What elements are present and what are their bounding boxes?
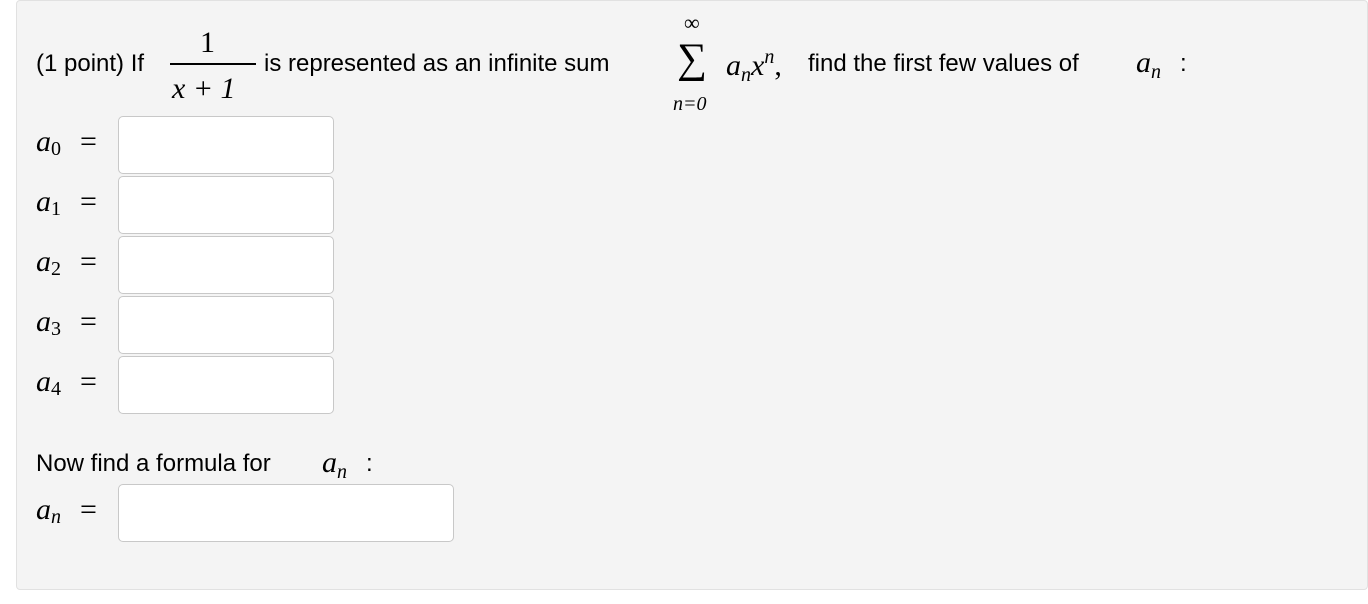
answer-equals-a1: = — [80, 185, 97, 218]
term-coefficient: anxn, — [726, 46, 782, 86]
answer-label-a4: a4 — [36, 365, 61, 400]
answer-label-a0: a0 — [36, 125, 61, 160]
formula-prompt: Now find a formula for — [36, 450, 271, 477]
answer-label-a1: a1 — [36, 185, 61, 220]
formula-an-symbol: an — [322, 446, 347, 483]
formula-input[interactable] — [118, 484, 454, 542]
sum-upper-limit: ∞ — [684, 10, 700, 35]
answer-equals-a3: = — [80, 305, 97, 338]
answer-input-a1[interactable] — [118, 176, 334, 234]
summation-symbol: ∑ — [677, 36, 707, 82]
answer-equals-a4: = — [80, 365, 97, 398]
problem-colon: : — [1180, 50, 1187, 77]
answer-input-a3[interactable] — [118, 296, 334, 354]
answer-label-a2: a2 — [36, 245, 61, 280]
problem-prefix: (1 point) If — [36, 50, 145, 77]
an-symbol: an — [1136, 46, 1161, 83]
fraction-bar — [170, 63, 256, 65]
fraction-numerator: 1 — [200, 26, 215, 59]
problem-middle: is represented as an infinite sum — [264, 50, 610, 77]
formula-equals: = — [80, 493, 97, 526]
formula-label: an — [36, 493, 61, 528]
answer-input-a4[interactable] — [118, 356, 334, 414]
problem-suffix: find the first few values of — [808, 50, 1079, 77]
answer-equals-a2: = — [80, 245, 97, 278]
answer-label-a3: a3 — [36, 305, 61, 340]
formula-colon: : — [366, 450, 373, 477]
answer-equals-a0: = — [80, 125, 97, 158]
sum-lower-limit: n=0 — [673, 93, 707, 115]
answer-input-a2[interactable] — [118, 236, 334, 294]
answer-input-a0[interactable] — [118, 116, 334, 174]
fraction-denominator: x + 1 — [172, 72, 236, 105]
